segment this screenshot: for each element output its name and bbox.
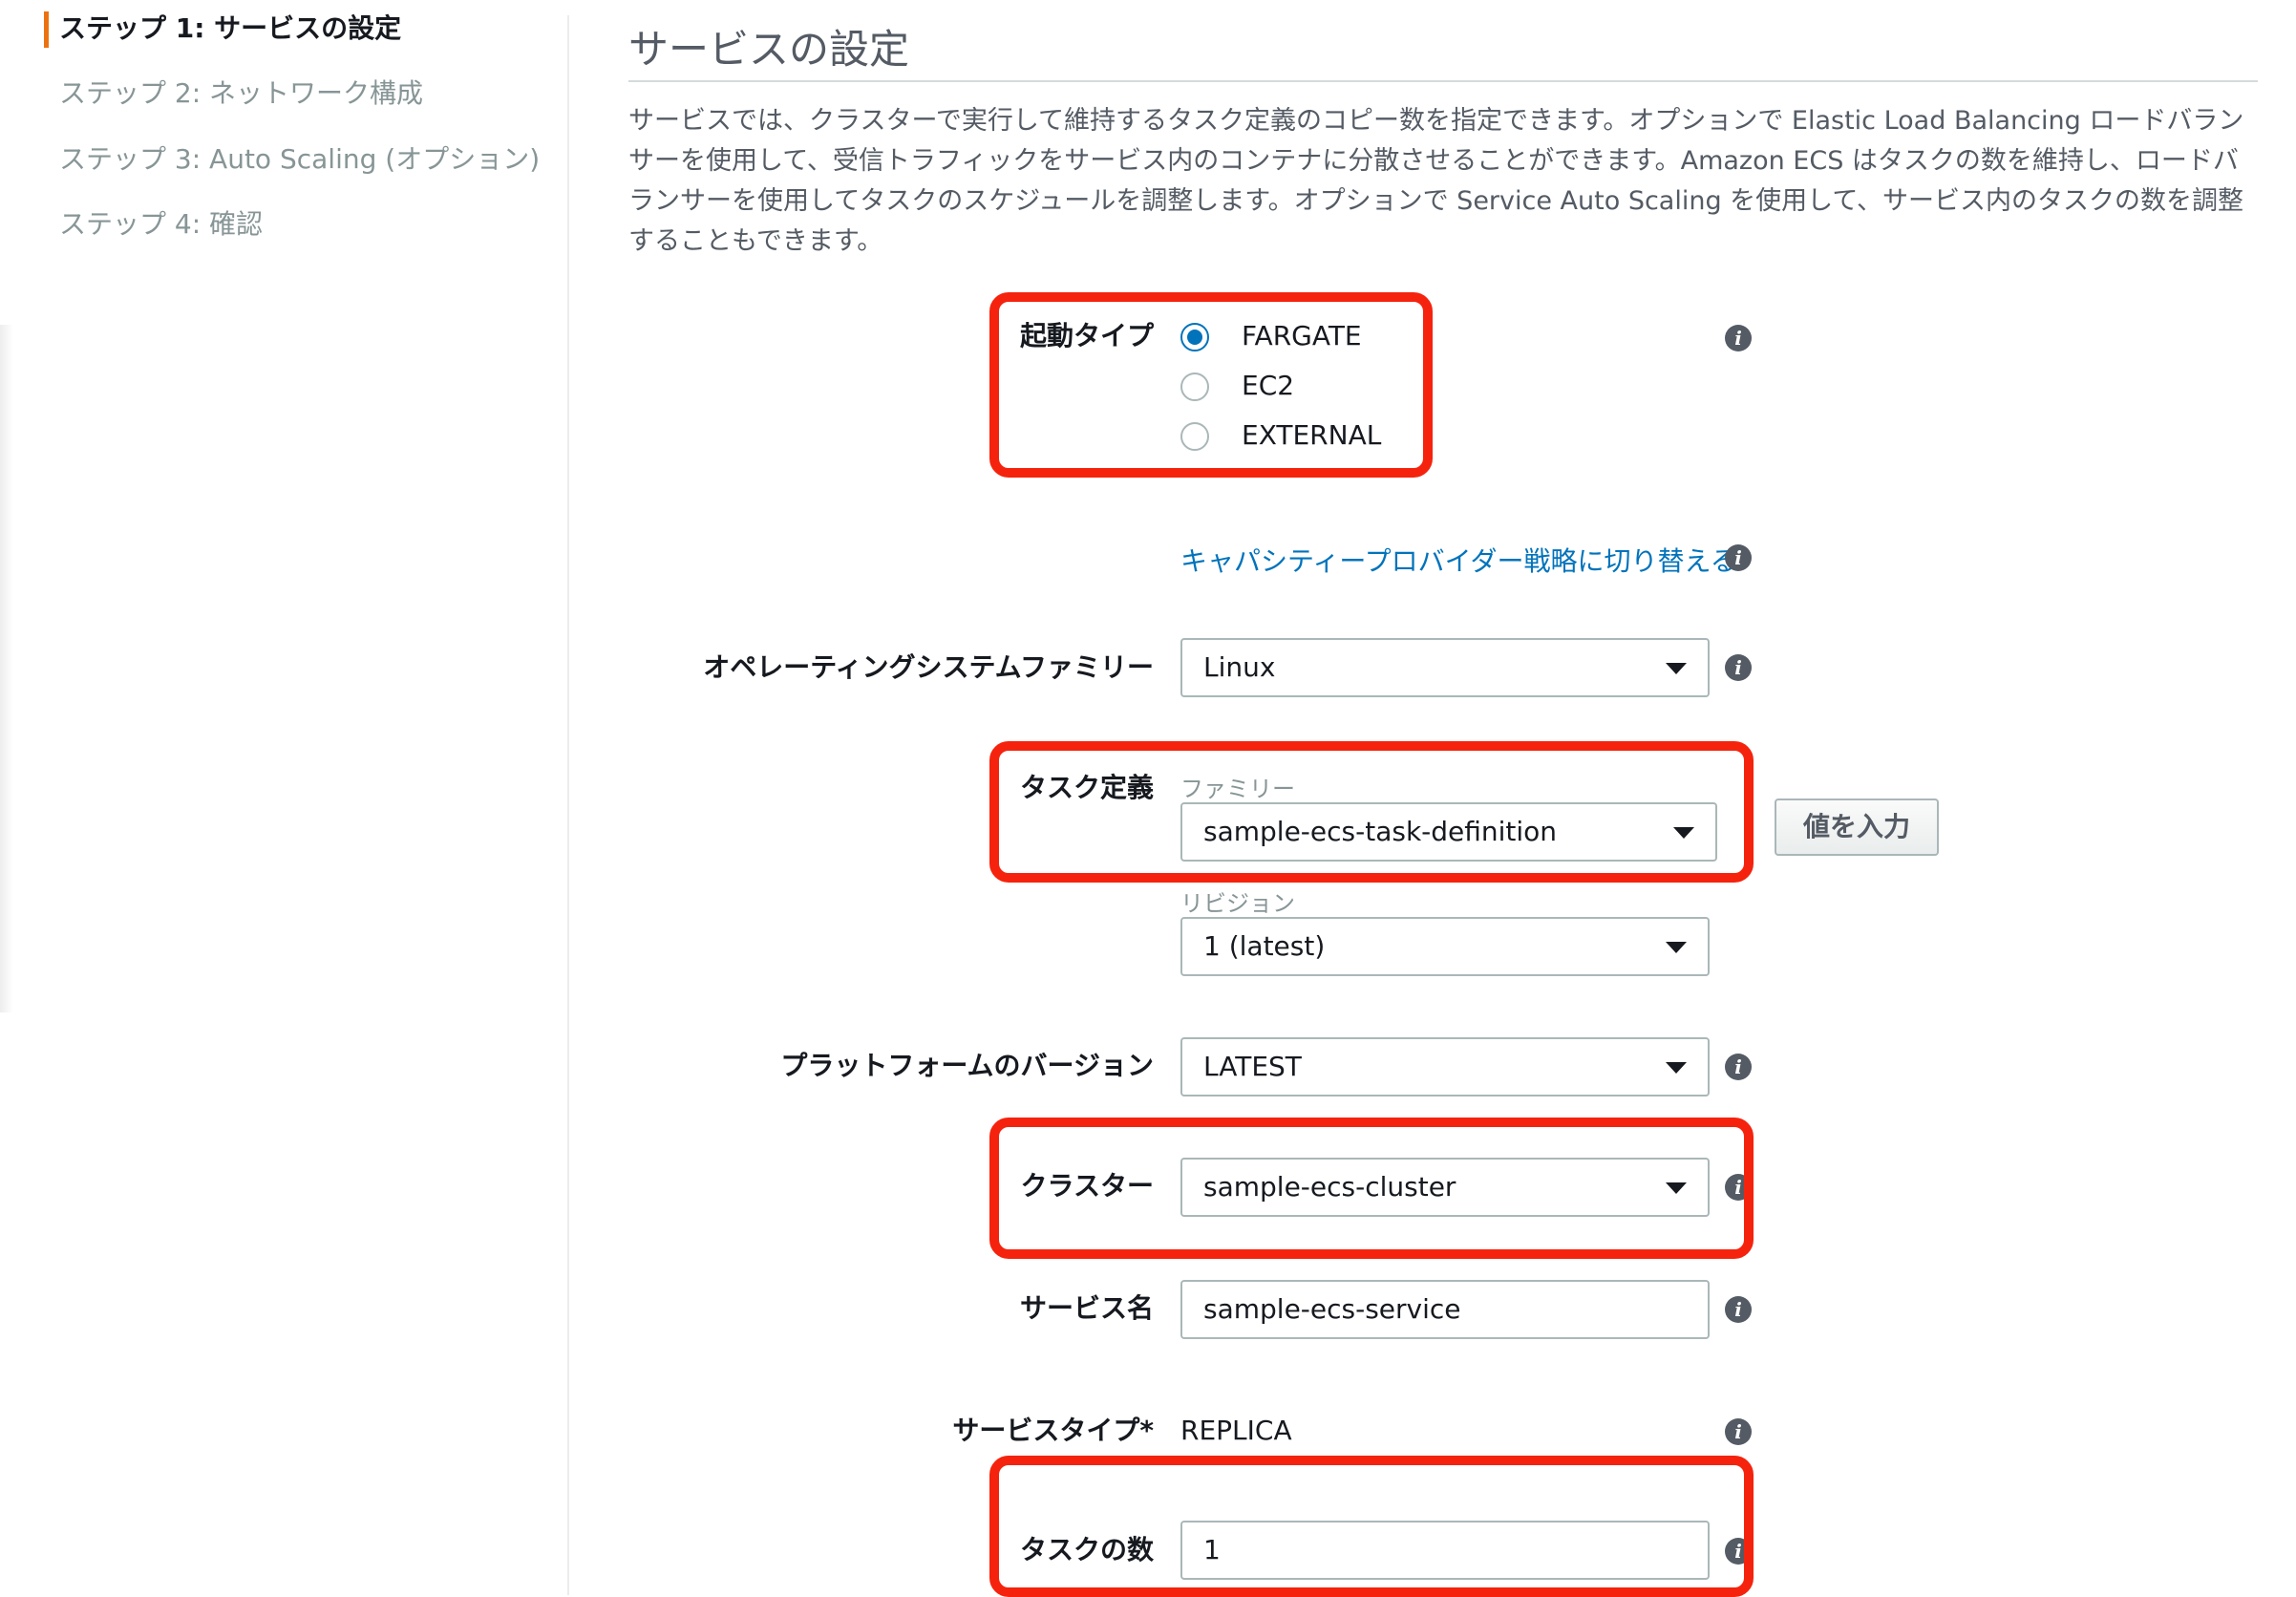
task-count-label: タスクの数	[1019, 1534, 1154, 1565]
page-title: サービスの設定	[628, 26, 910, 73]
platform-version-select[interactable]: LATEST	[1180, 1037, 1710, 1097]
service-name-label: サービス名	[1019, 1292, 1154, 1324]
revision-label: リビジョン	[1180, 890, 1295, 917]
os-family-info-icon[interactable]: i	[1725, 654, 1752, 681]
platform-version-label: プラットフォームのバージョン	[780, 1050, 1154, 1081]
launch-type-ec2-label[interactable]: EC2	[1242, 370, 1294, 401]
capacity-provider-info-icon[interactable]: i	[1725, 544, 1752, 571]
service-type-info-icon[interactable]: i	[1725, 1418, 1752, 1445]
step-1-service-config[interactable]: ステップ 1: サービスの設定	[59, 12, 401, 45]
title-divider	[628, 80, 2258, 82]
caret-down-icon	[1666, 1182, 1687, 1194]
cluster-label: クラスター	[1020, 1170, 1154, 1202]
service-name-input[interactable]: sample-ecs-service	[1180, 1280, 1710, 1339]
step-2-network[interactable]: ステップ 2: ネットワーク構成	[59, 77, 423, 110]
os-family-label: オペレーティングシステムファミリー	[703, 651, 1154, 683]
platform-version-value: LATEST	[1203, 1051, 1302, 1082]
platform-version-info-icon[interactable]: i	[1725, 1054, 1752, 1080]
task-count-input[interactable]: 1	[1180, 1521, 1710, 1580]
cluster-select[interactable]: sample-ecs-cluster	[1180, 1158, 1710, 1217]
caret-down-icon	[1666, 1062, 1687, 1074]
revision-value: 1 (latest)	[1203, 930, 1326, 962]
task-count-info-icon[interactable]: i	[1725, 1538, 1752, 1565]
caret-down-icon	[1673, 827, 1694, 839]
task-family-value: sample-ecs-task-definition	[1203, 816, 1558, 847]
service-type-value: REPLICA	[1180, 1415, 1292, 1446]
cluster-value: sample-ecs-cluster	[1203, 1171, 1456, 1203]
launch-type-info-icon[interactable]: i	[1725, 325, 1752, 351]
capacity-provider-link[interactable]: キャパシティープロバイダー戦略に切り替える	[1180, 541, 1737, 579]
service-name-info-icon[interactable]: i	[1725, 1296, 1752, 1323]
panel-shadow	[0, 325, 13, 1012]
launch-type-external-radio[interactable]	[1180, 422, 1209, 451]
launch-type-label: 起動タイプ	[1019, 320, 1154, 351]
task-family-label: ファミリー	[1180, 776, 1295, 802]
os-family-value: Linux	[1203, 651, 1276, 683]
nav-divider	[567, 15, 569, 1595]
cluster-info-icon[interactable]: i	[1725, 1174, 1752, 1201]
task-family-select[interactable]: sample-ecs-task-definition	[1180, 802, 1717, 862]
launch-type-external-label[interactable]: EXTERNAL	[1242, 419, 1381, 451]
step-4-review[interactable]: ステップ 4: 確認	[59, 208, 263, 241]
active-step-indicator	[44, 11, 49, 48]
launch-type-fargate-label[interactable]: FARGATE	[1242, 320, 1362, 351]
caret-down-icon	[1666, 942, 1687, 953]
os-family-select[interactable]: Linux	[1180, 638, 1710, 697]
service-type-label: サービスタイプ*	[952, 1415, 1154, 1446]
page-description: サービスでは、クラスターで実行して維持するタスク定義のコピー数を指定できます。オ…	[628, 106, 2244, 256]
launch-type-fargate-radio[interactable]	[1180, 323, 1209, 351]
task-definition-label: タスク定義	[1019, 772, 1154, 803]
launch-type-ec2-radio[interactable]	[1180, 373, 1209, 401]
caret-down-icon	[1666, 663, 1687, 674]
revision-select[interactable]: 1 (latest)	[1180, 917, 1710, 976]
enter-value-button[interactable]: 値を入力	[1775, 798, 1939, 856]
step-3-auto-scaling[interactable]: ステップ 3: Auto Scaling (オプション)	[59, 143, 540, 176]
